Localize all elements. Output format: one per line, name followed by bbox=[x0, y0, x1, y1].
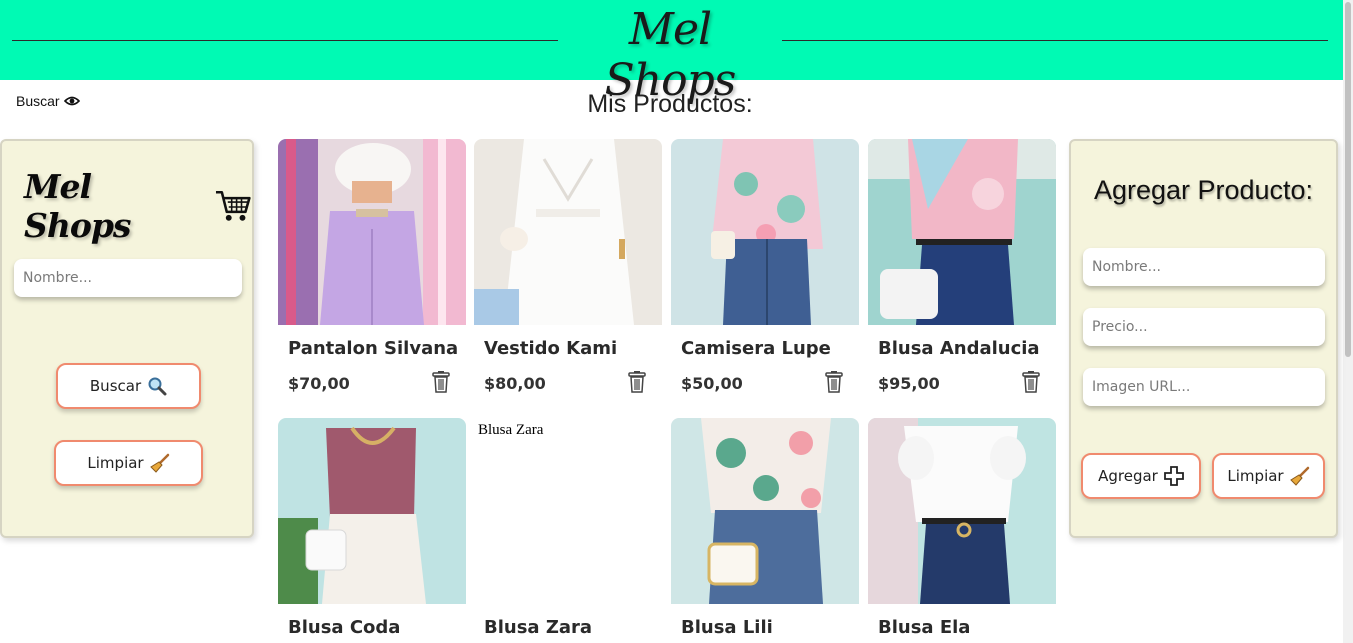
clear-form-label: Limpiar bbox=[1227, 467, 1284, 485]
toggle-search-link[interactable]: Buscar bbox=[16, 93, 80, 109]
add-product-label: Agregar bbox=[1098, 467, 1158, 485]
search-panel-brand: Mel Shops bbox=[24, 167, 252, 245]
product-name: Blusa Andalucia bbox=[878, 338, 1040, 359]
search-name-input[interactable] bbox=[14, 259, 242, 297]
product-price-input[interactable] bbox=[1083, 308, 1325, 346]
product-image bbox=[868, 418, 1056, 604]
product-name: Blusa Zara bbox=[484, 617, 593, 638]
product-card[interactable]: Vestido Kami $80,00 bbox=[474, 139, 662, 400]
broom-icon bbox=[1289, 466, 1309, 486]
product-name: Blusa Lili bbox=[681, 617, 773, 638]
magnifier-icon bbox=[148, 377, 167, 396]
product-card[interactable]: Camisera Lupe $50,00 bbox=[671, 139, 859, 400]
site-header: Mel Shops bbox=[0, 0, 1343, 106]
product-image-alt-text: Blusa Zara bbox=[478, 422, 544, 438]
clear-search-button[interactable]: Limpiar bbox=[54, 440, 203, 486]
product-name: Camisera Lupe bbox=[681, 338, 831, 359]
product-card[interactable]: Pantalon Silvana $70,00 bbox=[278, 139, 466, 400]
product-image bbox=[868, 139, 1056, 325]
product-image bbox=[671, 418, 859, 604]
search-panel-brand-name: Mel Shops bbox=[24, 167, 131, 245]
product-name: Blusa Coda bbox=[288, 617, 401, 638]
scrollbar-thumb[interactable] bbox=[1345, 2, 1351, 357]
product-price: $80,00 bbox=[484, 374, 546, 393]
search-button[interactable]: Buscar bbox=[56, 363, 201, 409]
product-footer: $80,00 bbox=[474, 370, 662, 400]
product-name: Blusa Ela bbox=[878, 617, 971, 638]
product-image-url-input[interactable] bbox=[1083, 368, 1325, 406]
product-image bbox=[671, 139, 859, 325]
add-product-title: Agregar Producto: bbox=[1093, 175, 1314, 205]
product-card[interactable]: Blusa Andalucia $95,00 bbox=[868, 139, 1056, 400]
product-image bbox=[278, 418, 466, 604]
product-name: Pantalon Silvana bbox=[288, 338, 459, 359]
header-divider-right bbox=[782, 40, 1328, 41]
product-footer: $50,00 bbox=[671, 370, 859, 400]
product-card[interactable]: Blusa Zara Blusa Zara bbox=[474, 418, 662, 638]
page-scrollbar[interactable] bbox=[1343, 0, 1353, 643]
product-name: Vestido Kami bbox=[484, 338, 618, 359]
product-card[interactable]: Blusa Coda bbox=[278, 418, 466, 638]
product-price: $50,00 bbox=[681, 374, 743, 393]
product-price: $95,00 bbox=[878, 374, 940, 393]
search-panel: Mel Shops Buscar Limpiar bbox=[0, 139, 254, 538]
product-image-broken: Blusa Zara bbox=[474, 418, 662, 604]
toggle-search-label: Buscar bbox=[16, 93, 60, 109]
broom-icon bbox=[149, 453, 169, 473]
clear-form-button[interactable]: Limpiar bbox=[1212, 453, 1325, 499]
clear-search-label: Limpiar bbox=[87, 454, 144, 472]
add-product-panel: Agregar Producto: Agregar Limpiar bbox=[1069, 139, 1338, 538]
product-footer: $70,00 bbox=[278, 370, 466, 400]
page-title: Mis Productos: bbox=[587, 90, 753, 118]
trash-icon[interactable] bbox=[431, 370, 451, 394]
shopping-cart-icon bbox=[215, 190, 251, 221]
trash-icon[interactable] bbox=[1021, 370, 1041, 394]
trash-icon[interactable] bbox=[824, 370, 844, 394]
plus-icon bbox=[1163, 466, 1184, 486]
eye-icon bbox=[63, 96, 80, 106]
product-card[interactable]: Blusa Lili bbox=[671, 418, 859, 638]
header-divider-left bbox=[12, 40, 558, 41]
trash-icon[interactable] bbox=[627, 370, 647, 394]
search-button-label: Buscar bbox=[89, 377, 142, 395]
product-footer: $95,00 bbox=[868, 370, 1056, 400]
product-name-input[interactable] bbox=[1083, 248, 1325, 286]
product-image bbox=[278, 139, 466, 325]
add-product-button[interactable]: Agregar bbox=[1081, 453, 1201, 499]
product-image bbox=[474, 139, 662, 325]
product-card[interactable]: Blusa Ela bbox=[868, 418, 1056, 638]
product-price: $70,00 bbox=[288, 374, 350, 393]
